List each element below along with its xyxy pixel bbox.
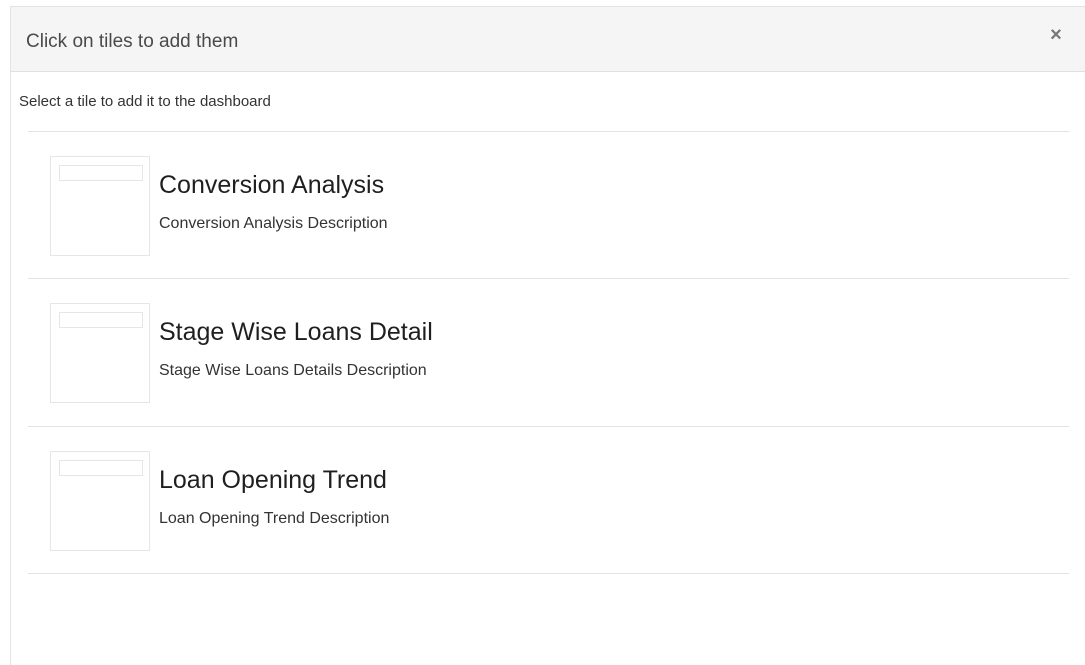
tile-description: Stage Wise Loans Details Description [159,362,427,379]
dialog-title: Click on tiles to add them [26,31,239,52]
thumbnail-header-bar [59,312,143,328]
tile-description: Conversion Analysis Description [159,215,388,232]
dialog-instructions: Select a tile to add it to the dashboard [19,93,271,110]
close-button[interactable]: × [1045,24,1067,46]
tile-description: Loan Opening Trend Description [159,510,390,527]
tile-title: Conversion Analysis [159,171,385,199]
dialog-header: Click on tiles to add them × [11,7,1085,72]
thumbnail-header-bar [59,460,143,476]
tile-title: Loan Opening Trend [159,466,387,494]
tile-conversion-analysis[interactable]: Conversion Analysis Conversion Analysis … [28,132,1069,279]
tile-title: Stage Wise Loans Detail [159,318,433,346]
add-tiles-dialog: Click on tiles to add them × Select a ti… [10,6,1085,665]
tile-thumbnail [50,156,150,256]
tile-stage-wise-loans-detail[interactable]: Stage Wise Loans Detail Stage Wise Loans… [28,279,1069,427]
tile-loan-opening-trend[interactable]: Loan Opening Trend Loan Opening Trend De… [28,427,1069,574]
close-icon: × [1050,24,1062,46]
tile-thumbnail [50,303,150,403]
tile-list: Conversion Analysis Conversion Analysis … [28,132,1069,574]
thumbnail-header-bar [59,165,143,181]
tile-thumbnail [50,451,150,551]
